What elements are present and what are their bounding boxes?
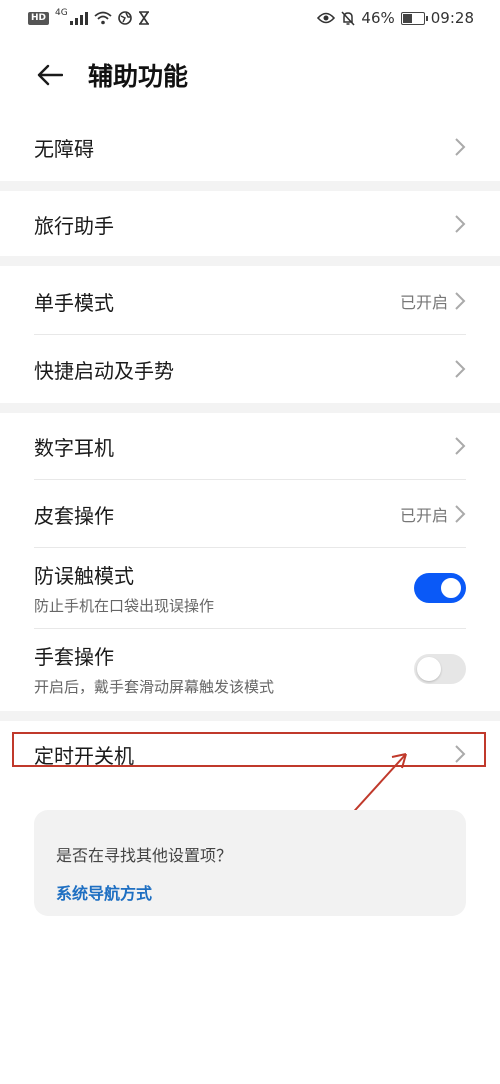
- settings-item-accessibility[interactable]: 无障碍: [34, 120, 466, 174]
- section-gap: [0, 711, 500, 721]
- chevron-right-icon: [455, 745, 466, 763]
- network-type: 4G: [55, 8, 68, 18]
- suggestion-question: 是否在寻找其他设置项？: [56, 846, 233, 865]
- item-status: 已开启: [399, 293, 448, 312]
- system-navigation-link[interactable]: 系统导航方式: [56, 880, 444, 904]
- back-button[interactable]: [36, 61, 64, 89]
- status-left: HD 4G: [28, 8, 150, 25]
- globe-icon: [117, 11, 132, 25]
- arrow-left-icon: [37, 64, 63, 86]
- section-gap: [0, 256, 500, 266]
- item-label: 数字耳机: [34, 435, 114, 460]
- signal-icon: [69, 11, 88, 25]
- item-text: 手套操作 开启后，戴手套滑动屏幕触发该模式: [34, 641, 274, 697]
- item-label: 皮套操作: [34, 503, 114, 528]
- suggestion-card: 是否在寻找其他设置项？ 系统导航方式: [34, 810, 466, 916]
- pocket-mode-toggle[interactable]: [414, 573, 466, 603]
- item-right: [454, 137, 466, 157]
- battery-fill: [402, 13, 412, 23]
- divider: [34, 547, 466, 548]
- chevron-right-icon: [455, 360, 466, 378]
- chevron-right-icon: [455, 505, 466, 523]
- section-gap: [0, 181, 500, 191]
- item-right: [454, 359, 466, 379]
- item-label: 定时开关机: [34, 743, 134, 768]
- settings-item-pocket-mode: 防误触模式 防止手机在口袋出现误操作: [34, 555, 466, 621]
- status-bar: HD 4G 46% 09:28: [0, 0, 500, 36]
- settings-item-travel-assistant[interactable]: 旅行助手: [34, 197, 466, 251]
- status-right: 46% 09:28: [317, 9, 474, 27]
- item-text: 防误触模式 防止手机在口袋出现误操作: [34, 560, 214, 616]
- item-label: 无障碍: [34, 136, 94, 161]
- bell-off-icon: [341, 10, 355, 26]
- chevron-right-icon: [455, 215, 466, 233]
- item-label: 快捷启动及手势: [34, 358, 174, 383]
- settings-item-scheduled-power[interactable]: 定时开关机: [34, 727, 466, 781]
- page-title: 辅助功能: [88, 62, 189, 91]
- item-right: [454, 214, 466, 234]
- chevron-right-icon: [455, 138, 466, 156]
- battery-percent: 46%: [361, 9, 395, 27]
- item-label: 手套操作: [34, 645, 114, 669]
- item-right: 已开启: [400, 289, 466, 313]
- toggle-knob: [439, 576, 463, 600]
- section-gap: [0, 403, 500, 413]
- settings-item-cover-operation[interactable]: 皮套操作 已开启: [34, 487, 466, 541]
- item-right: 已开启: [400, 502, 466, 526]
- settings-item-digital-headset[interactable]: 数字耳机: [34, 419, 466, 473]
- item-label: 单手模式: [34, 290, 114, 315]
- hd-badge: HD: [28, 11, 50, 25]
- chevron-right-icon: [455, 437, 466, 455]
- hourglass-icon: [138, 11, 149, 25]
- status-time: 09:28: [430, 9, 474, 27]
- item-status: 已开启: [399, 506, 448, 525]
- settings-item-one-hand-mode[interactable]: 单手模式 已开启: [34, 274, 466, 328]
- glove-mode-toggle[interactable]: [414, 654, 466, 684]
- item-right: [454, 436, 466, 456]
- item-label: 防误触模式: [34, 564, 134, 588]
- divider: [34, 628, 466, 629]
- toggle-knob: [417, 657, 441, 681]
- page-header: 辅助功能: [0, 52, 500, 98]
- chevron-right-icon: [455, 292, 466, 310]
- item-label: 旅行助手: [34, 213, 114, 238]
- item-description: 防止手机在口袋出现误操作: [34, 597, 215, 615]
- eye-icon: [317, 12, 336, 24]
- divider: [34, 479, 466, 480]
- battery-icon: [400, 11, 428, 25]
- item-right: [454, 744, 466, 764]
- wifi-icon: [94, 11, 112, 25]
- item-description: 开启后，戴手套滑动屏幕触发该模式: [34, 678, 275, 696]
- divider: [34, 334, 466, 335]
- settings-item-shortcuts-gestures[interactable]: 快捷启动及手势: [34, 342, 466, 396]
- settings-item-glove-mode: 手套操作 开启后，戴手套滑动屏幕触发该模式: [34, 636, 466, 702]
